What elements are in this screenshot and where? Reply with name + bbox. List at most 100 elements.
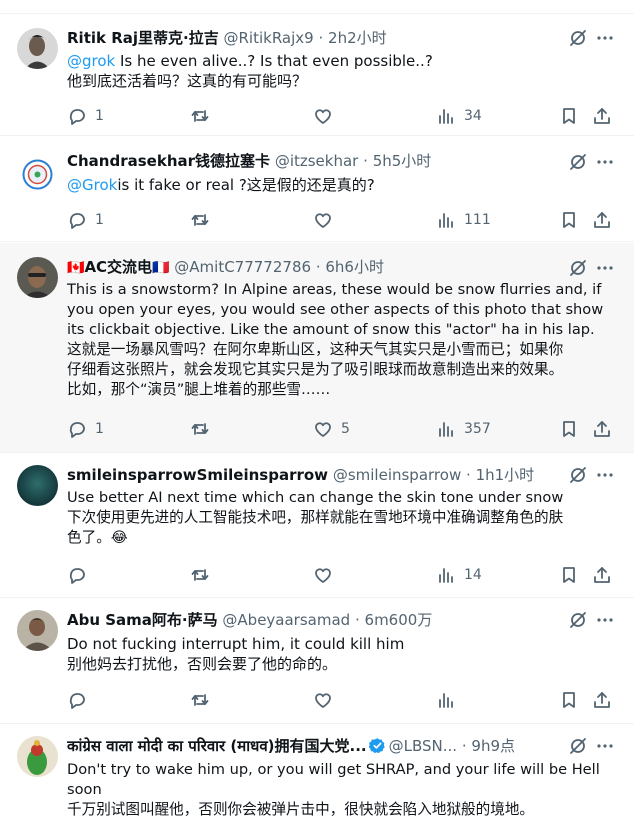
reply-text: Use better AI next time which can change… [67,488,627,548]
more-icon[interactable] [595,465,615,485]
views-count: 34 [464,108,482,124]
reply-text: Do not fucking interrupt him, it could k… [67,634,627,674]
reply-icon [69,109,85,125]
share-button[interactable] [592,208,612,232]
display-name[interactable]: Abu Sama阿布·萨马 [67,611,218,629]
avatar[interactable] [17,257,58,298]
text-line: Do not fucking interrupt him, it could k… [67,635,405,653]
timestamp[interactable]: 9h9点 [471,737,515,755]
share-button[interactable] [592,104,612,128]
user-handle[interactable]: @LBSN... [389,737,457,755]
repost-button[interactable] [190,417,218,441]
grok-icon[interactable] [568,258,588,278]
action-bar: 14 [0,563,634,587]
avatar[interactable] [17,28,58,69]
reply-button[interactable] [67,688,95,712]
reply-header: Chandrasekhar钱德拉塞卡 @itzsekhar · 5h5小时 [67,151,574,171]
repost-button[interactable] [190,208,218,232]
like-button[interactable] [313,563,341,587]
bookmark-button[interactable] [559,688,579,712]
display-name[interactable]: AC交流电 [84,258,152,276]
display-name[interactable]: smileinsparrowSmileinsparrow [67,466,328,484]
bookmark-button[interactable] [559,563,579,587]
reply-item[interactable]: Abu Sama阿布·萨马 @Abeyaarsamad · 6m600万 Do … [0,599,634,724]
views-button[interactable]: 111 [436,208,491,232]
reply-text: Don't try to wake him up, or you will ge… [67,760,627,820]
avatar[interactable] [17,736,58,777]
like-button[interactable] [313,688,341,712]
more-icon[interactable] [595,736,615,756]
separator-dot: · [315,258,321,276]
more-icon[interactable] [595,258,615,278]
repost-icon [191,569,209,581]
user-handle[interactable]: @Abeyaarsamad [222,611,350,629]
views-icon [439,693,453,708]
display-name[interactable]: कांग्रेस वाला मोदी का परिवार (माधव)拥有国大党… [67,737,367,755]
more-icon[interactable] [595,152,615,172]
more-icon[interactable] [595,28,615,48]
repost-button[interactable] [190,563,218,587]
user-handle[interactable]: @AmitC77772786 [174,258,311,276]
bookmark-icon [563,421,575,437]
like-button[interactable] [313,208,341,232]
text-line: @grok Is he even alive..? Is that even p… [67,52,433,70]
bookmark-button[interactable] [559,104,579,128]
reply-text: This is a snowstorm? In Alpine areas, th… [67,280,627,400]
views-count: 111 [464,212,491,228]
grok-icon[interactable] [568,152,588,172]
views-button[interactable] [436,688,464,712]
timestamp[interactable]: 2h2小时 [328,29,387,47]
reply-item[interactable]: कांग्रेस वाला मोदी का परिवार (माधव)拥有国大党… [0,725,634,836]
views-button[interactable]: 34 [436,104,482,128]
share-button[interactable] [592,688,612,712]
timestamp[interactable]: 1h1小时 [476,466,535,484]
reply-button[interactable]: 1 [67,104,104,128]
reply-button[interactable] [67,563,95,587]
grok-icon[interactable] [568,610,588,630]
share-icon [594,567,610,583]
avatar[interactable] [17,610,58,651]
user-handle[interactable]: @RitikRajx9 [224,29,314,47]
reply-item[interactable]: 🇨🇦AC交流电🇫🇷 @AmitC77772786 · 6h6小时 This is… [0,243,634,453]
timestamp[interactable]: 6m600万 [365,611,433,629]
share-icon [594,108,610,124]
avatar[interactable] [17,465,58,506]
share-button[interactable] [592,563,612,587]
views-button[interactable]: 357 [436,417,491,441]
verified-badge-icon[interactable] [368,737,386,754]
like-count: 5 [341,421,350,437]
like-button[interactable] [313,104,341,128]
separator-dot: · [363,152,368,170]
separator-dot: · [318,29,324,47]
reply-button[interactable]: 1 [67,208,104,232]
reply-item[interactable]: Chandrasekhar钱德拉塞卡 @itzsekhar · 5h5小时 @G… [0,137,634,242]
bookmark-button[interactable] [559,208,579,232]
user-handle[interactable]: @smileinsparrow [333,466,461,484]
user-handle[interactable]: @itzsekhar [275,152,359,170]
display-name[interactable]: Chandrasekhar钱德拉塞卡 [67,152,270,170]
reply-icon [69,422,85,438]
repost-button[interactable] [190,104,218,128]
share-icon [594,212,610,228]
grok-icon[interactable] [568,28,588,48]
like-button[interactable]: 5 [313,417,350,441]
display-name[interactable]: Ritik Raj里蒂克·拉吉 [67,29,219,47]
repost-button[interactable] [190,688,218,712]
mention-link[interactable]: @Grok [67,176,117,194]
avatar[interactable] [17,154,58,195]
reply-item[interactable]: Ritik Raj里蒂克·拉吉 @RitikRajx9 · 2h2小时 @gro… [0,14,634,136]
bookmark-button[interactable] [559,417,579,441]
reply-icon [69,213,85,229]
reply-button[interactable]: 1 [67,417,104,441]
timestamp[interactable]: 6h6小时 [325,258,384,276]
reply-item[interactable]: smileinsparrowSmileinsparrow @smileinspa… [0,454,634,598]
grok-icon[interactable] [568,736,588,756]
share-button[interactable] [592,417,612,441]
mention-link[interactable]: @grok [67,52,115,70]
share-icon [594,692,610,708]
more-icon[interactable] [595,610,615,630]
views-button[interactable]: 14 [436,563,482,587]
grok-icon[interactable] [568,465,588,485]
flag-canada: 🇨🇦 [67,260,85,276]
timestamp[interactable]: 5h5小时 [373,152,432,170]
